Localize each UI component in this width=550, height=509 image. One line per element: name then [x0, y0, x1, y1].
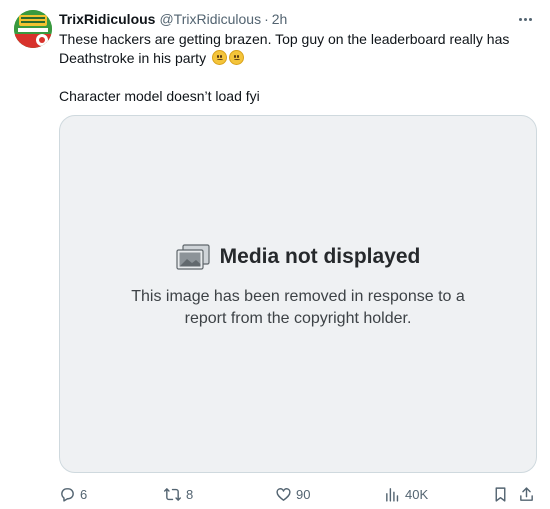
share-button[interactable]: [518, 484, 535, 504]
media-title: Media not displayed: [219, 245, 421, 268]
display-name[interactable]: TrixRidiculous: [59, 11, 155, 27]
media-description: This image has been removed in response …: [60, 286, 536, 330]
share-icon: [518, 486, 535, 503]
worried-face-emoji: [211, 50, 227, 65]
reply-count: 6: [80, 486, 88, 502]
separator-dot: ·: [264, 11, 269, 27]
tweet-text-line: These hackers are getting brazen. Top gu…: [59, 30, 529, 49]
views-button[interactable]: 40K: [384, 484, 428, 504]
reply-icon: [59, 486, 76, 503]
action-bar: 6 8 90 40K: [59, 484, 537, 504]
tweet-text-line-2: Deathstroke in his party: [59, 50, 207, 66]
tweet-text-line-3: Character model doesn’t load fyi: [59, 88, 260, 104]
retweet-button[interactable]: 8: [163, 484, 193, 504]
tweet[interactable]: TrixRidiculous @TrixRidiculous · 2h Thes…: [0, 0, 550, 509]
like-button[interactable]: 90: [275, 484, 310, 504]
avatar[interactable]: [14, 10, 52, 48]
tweet-text: These hackers are getting brazen. Top gu…: [59, 30, 529, 106]
views-count: 40K: [405, 486, 429, 502]
bookmark-button[interactable]: [492, 484, 509, 504]
tweet-text-line: Deathstroke in his party: [59, 49, 529, 68]
tweet-text-line: Character model doesn’t load fyi: [59, 87, 529, 106]
media-description-line-2: report from the copyright holder.: [184, 310, 412, 327]
heart-icon: [275, 486, 292, 503]
tweet-header: TrixRidiculous @TrixRidiculous · 2h: [59, 10, 287, 28]
media-title-row: Media not displayed: [60, 244, 536, 270]
media-message: Media not displayed This image has been …: [60, 244, 536, 330]
like-count: 90: [296, 486, 311, 502]
retweet-count: 8: [186, 486, 194, 502]
media-placeholder[interactable]: Media not displayed This image has been …: [59, 115, 537, 473]
bookmark-icon: [492, 486, 509, 503]
image-placeholder-icon: [176, 244, 210, 270]
timestamp[interactable]: 2h: [272, 11, 288, 27]
reply-button[interactable]: 6: [59, 484, 87, 504]
retweet-icon: [163, 486, 182, 503]
user-handle[interactable]: @TrixRidiculous: [159, 11, 261, 27]
more-dots-icon[interactable]: [512, 9, 538, 29]
views-icon: [384, 486, 401, 503]
worried-face-emoji: [228, 50, 244, 65]
media-description-line-1: This image has been removed in response …: [131, 288, 465, 305]
tweet-text-line-1: These hackers are getting brazen. Top gu…: [59, 31, 510, 47]
